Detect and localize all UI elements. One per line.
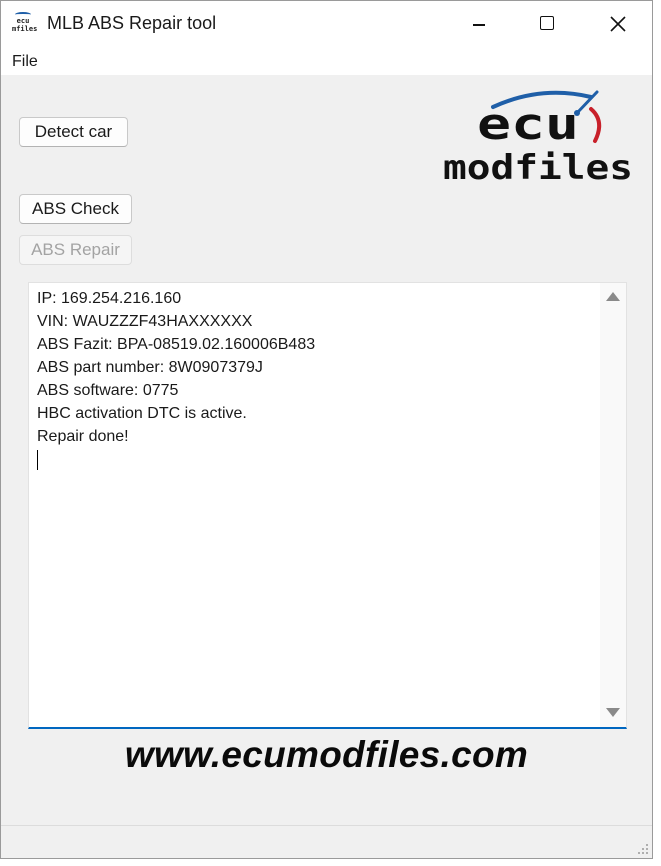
log-line: ABS Fazit: BPA-08519.02.160006B483: [37, 336, 316, 353]
detect-car-button[interactable]: Detect car: [19, 117, 128, 147]
app-logo-icon: ecu mfiles: [12, 12, 37, 34]
minimize-button[interactable]: [443, 1, 513, 47]
output-log-textarea[interactable]: IP: 169.254.216.160 VIN: WAUZZZF43HAXXXX…: [28, 282, 627, 729]
ecumodfiles-logo: ecu modfiles: [443, 90, 633, 187]
maximize-button[interactable]: [513, 1, 583, 47]
resize-grip-icon[interactable]: [637, 843, 649, 855]
scroll-down-icon[interactable]: [606, 708, 620, 717]
text-caret: [37, 450, 38, 470]
logo-ecu-text: ecu: [477, 99, 579, 150]
title-bar[interactable]: ecu mfiles MLB ABS Repair tool: [1, 1, 652, 47]
close-button[interactable]: [583, 1, 652, 47]
log-line: Repair done!: [37, 428, 129, 445]
log-line: ABS part number: 8W0907379J: [37, 359, 263, 376]
scroll-up-icon[interactable]: [606, 292, 620, 301]
log-line: VIN: WAUZZZF43HAXXXXXX: [37, 313, 253, 330]
log-line: ABS software: 0775: [37, 382, 179, 399]
maximize-icon: [540, 16, 554, 30]
log-line: IP: 169.254.216.160: [37, 290, 182, 307]
minimize-icon: [473, 24, 485, 26]
abs-repair-button[interactable]: ABS Repair: [19, 235, 132, 265]
website-banner: www.ecumodfiles.com: [124, 734, 529, 775]
window-title: MLB ABS Repair tool: [47, 13, 217, 33]
log-line: HBC activation DTC is active.: [37, 405, 247, 422]
app-window: ecu mfiles MLB ABS Repair tool File Dete…: [0, 0, 653, 859]
status-bar: [1, 825, 652, 858]
vertical-scrollbar[interactable]: [600, 283, 626, 727]
close-icon: [610, 16, 626, 32]
menu-bar: File: [1, 47, 652, 75]
log-text: IP: 169.254.216.160 VIN: WAUZZZF43HAXXXX…: [37, 287, 597, 477]
menu-file[interactable]: File: [12, 53, 38, 71]
logo-modfiles-text: modfiles: [443, 148, 633, 187]
abs-check-button[interactable]: ABS Check: [19, 194, 132, 224]
